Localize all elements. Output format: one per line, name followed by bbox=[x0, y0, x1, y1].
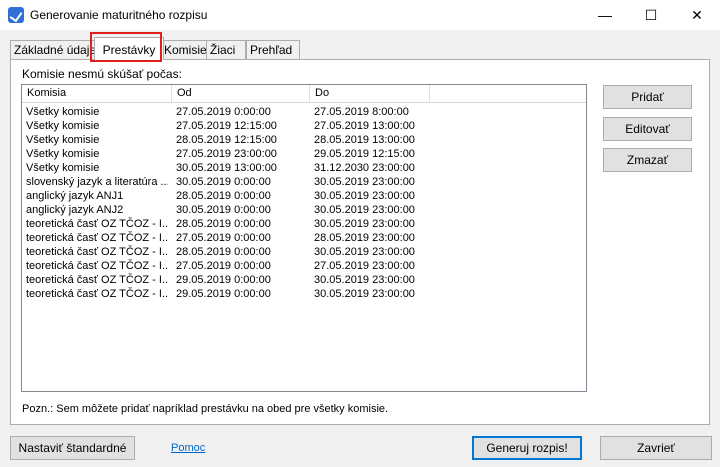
tab-ziaci[interactable]: Žiaci bbox=[206, 40, 246, 59]
cell-komisia: Všetky komisie bbox=[26, 120, 100, 132]
cell-od: 29.05.2019 0:00:00 bbox=[176, 288, 271, 300]
close-window-button[interactable]: ✕ bbox=[674, 0, 720, 30]
reset-default-button[interactable]: Nastaviť štandardné bbox=[10, 436, 135, 460]
cell-od: 29.05.2019 0:00:00 bbox=[176, 274, 271, 286]
cell-od: 27.05.2019 0:00:00 bbox=[176, 232, 271, 244]
tab-prehlad[interactable]: Prehľad bbox=[246, 40, 300, 59]
table-row[interactable]: teoretická časť OZ TČOZ - I... 29.05.2019… bbox=[22, 273, 586, 287]
title-bar: Generovanie maturitného rozpisu — ☐ ✕ bbox=[0, 0, 720, 30]
note-text: Pozn.: Sem môžete pridať napríklad prest… bbox=[22, 403, 389, 415]
column-header-komisia[interactable]: Komisia bbox=[22, 85, 172, 102]
cell-do: 30.05.2019 23:00:00 bbox=[314, 176, 415, 188]
cell-od: 30.05.2019 13:00:00 bbox=[176, 162, 277, 174]
cell-od: 28.05.2019 12:15:00 bbox=[176, 134, 277, 146]
cell-do: 28.05.2019 13:00:00 bbox=[314, 134, 415, 146]
edit-button[interactable]: Editovať bbox=[603, 117, 692, 141]
cell-do: 31.12.2030 23:00:00 bbox=[314, 162, 415, 174]
cell-od: 30.05.2019 0:00:00 bbox=[176, 204, 271, 216]
add-button[interactable]: Pridať bbox=[603, 85, 692, 109]
table-row[interactable]: Všetky komisie 27.05.2019 12:15:00 27.05.2… bbox=[22, 119, 586, 133]
cell-do: 30.05.2019 23:00:00 bbox=[314, 246, 415, 258]
cell-komisia: Všetky komisie bbox=[26, 148, 100, 160]
cell-do: 30.05.2019 23:00:00 bbox=[314, 288, 415, 300]
cell-komisia: teoretická časť OZ TČOZ - I... bbox=[26, 260, 168, 272]
table-row[interactable]: Všetky komisie 30.05.2019 13:00:00 31.12.2… bbox=[22, 161, 586, 175]
breaks-list[interactable]: Komisia Od Do Všetky komisie 27.05.2019 0… bbox=[21, 84, 587, 392]
cell-komisia: teoretická časť OZ TČOZ - I... bbox=[26, 274, 168, 286]
cell-do: 27.05.2019 8:00:00 bbox=[314, 106, 409, 118]
minimize-button[interactable]: — bbox=[582, 0, 628, 30]
table-row[interactable]: teoretická časť OZ TČOZ - I... 28.05.2019… bbox=[22, 245, 586, 259]
app-icon bbox=[8, 7, 24, 23]
table-row[interactable]: teoretická časť OZ TČOZ - I... 28.05.2019… bbox=[22, 217, 586, 231]
table-row[interactable]: teoretická časť OZ TČOZ - I... 29.05.2019… bbox=[22, 287, 586, 301]
cell-komisia: slovenský jazyk a literatúra ... bbox=[26, 176, 168, 188]
tab-label: Komisie bbox=[164, 43, 207, 57]
cell-komisia: Všetky komisie bbox=[26, 162, 100, 174]
cell-od: 30.05.2019 0:00:00 bbox=[176, 176, 271, 188]
tab-label: Základné údaje bbox=[14, 43, 97, 57]
cell-do: 29.05.2019 12:15:00 bbox=[314, 148, 415, 160]
table-row[interactable]: anglický jazyk ANJ2 30.05.2019 0:00:00 30.… bbox=[22, 203, 586, 217]
maximize-button[interactable]: ☐ bbox=[628, 0, 674, 30]
list-header: Komisia Od Do bbox=[22, 85, 586, 103]
cell-komisia: Všetky komisie bbox=[26, 106, 100, 118]
cell-komisia: teoretická časť OZ TČOZ - I... bbox=[26, 218, 168, 230]
cell-komisia: teoretická časť OZ TČOZ - I... bbox=[26, 232, 168, 244]
cell-do: 27.05.2019 13:00:00 bbox=[314, 120, 415, 132]
delete-button[interactable]: Zmazať bbox=[603, 148, 692, 172]
cell-komisia: teoretická časť OZ TČOZ - I... bbox=[26, 246, 168, 258]
cell-komisia: anglický jazyk ANJ2 bbox=[26, 204, 124, 216]
cell-od: 27.05.2019 23:00:00 bbox=[176, 148, 277, 160]
cell-komisia: anglický jazyk ANJ1 bbox=[26, 190, 124, 202]
cell-komisia: teoretická časť OZ TČOZ - I... bbox=[26, 288, 168, 300]
cell-do: 30.05.2019 23:00:00 bbox=[314, 190, 415, 202]
tab-komisie[interactable]: Komisie bbox=[160, 40, 210, 59]
table-row[interactable]: Všetky komisie 27.05.2019 0:00:00 27.05.20… bbox=[22, 105, 586, 119]
table-row[interactable]: slovenský jazyk a literatúra ... 30.05.20… bbox=[22, 175, 586, 189]
cell-do: 30.05.2019 23:00:00 bbox=[314, 218, 415, 230]
group-label: Komisie nesmú skúšať počas: bbox=[22, 67, 182, 81]
table-row[interactable]: teoretická časť OZ TČOZ - I... 27.05.2019… bbox=[22, 259, 586, 273]
tab-zakladne-udaje[interactable]: Základné údaje bbox=[10, 40, 98, 59]
cell-od: 28.05.2019 0:00:00 bbox=[176, 190, 271, 202]
cell-do: 30.05.2019 23:00:00 bbox=[314, 204, 415, 216]
generate-button[interactable]: Generuj rozpis! bbox=[472, 436, 582, 460]
cell-od: 28.05.2019 0:00:00 bbox=[176, 246, 271, 258]
help-link[interactable]: Pomoc bbox=[171, 442, 205, 454]
highlight-box bbox=[90, 32, 162, 62]
cell-do: 30.05.2019 23:00:00 bbox=[314, 274, 415, 286]
table-row[interactable]: Všetky komisie 28.05.2019 12:15:00 28.05.2… bbox=[22, 133, 586, 147]
cell-od: 28.05.2019 0:00:00 bbox=[176, 218, 271, 230]
tab-label: Prehľad bbox=[250, 43, 293, 57]
column-header-do[interactable]: Do bbox=[310, 85, 430, 102]
table-row[interactable]: anglický jazyk ANJ1 28.05.2019 0:00:00 30.… bbox=[22, 189, 586, 203]
tab-label: Žiaci bbox=[210, 43, 236, 57]
cell-komisia: Všetky komisie bbox=[26, 134, 100, 146]
cell-od: 27.05.2019 0:00:00 bbox=[176, 106, 271, 118]
cell-do: 28.05.2019 23:00:00 bbox=[314, 232, 415, 244]
table-row[interactable]: teoretická časť OZ TČOZ - I... 27.05.2019… bbox=[22, 231, 586, 245]
close-button[interactable]: Zavrieť bbox=[600, 436, 712, 460]
table-row[interactable]: Všetky komisie 27.05.2019 23:00:00 29.05.2… bbox=[22, 147, 586, 161]
cell-do: 27.05.2019 23:00:00 bbox=[314, 260, 415, 272]
cell-od: 27.05.2019 12:15:00 bbox=[176, 120, 277, 132]
cell-od: 27.05.2019 0:00:00 bbox=[176, 260, 271, 272]
window-title: Generovanie maturitného rozpisu bbox=[30, 8, 208, 22]
column-header-od[interactable]: Od bbox=[172, 85, 310, 102]
